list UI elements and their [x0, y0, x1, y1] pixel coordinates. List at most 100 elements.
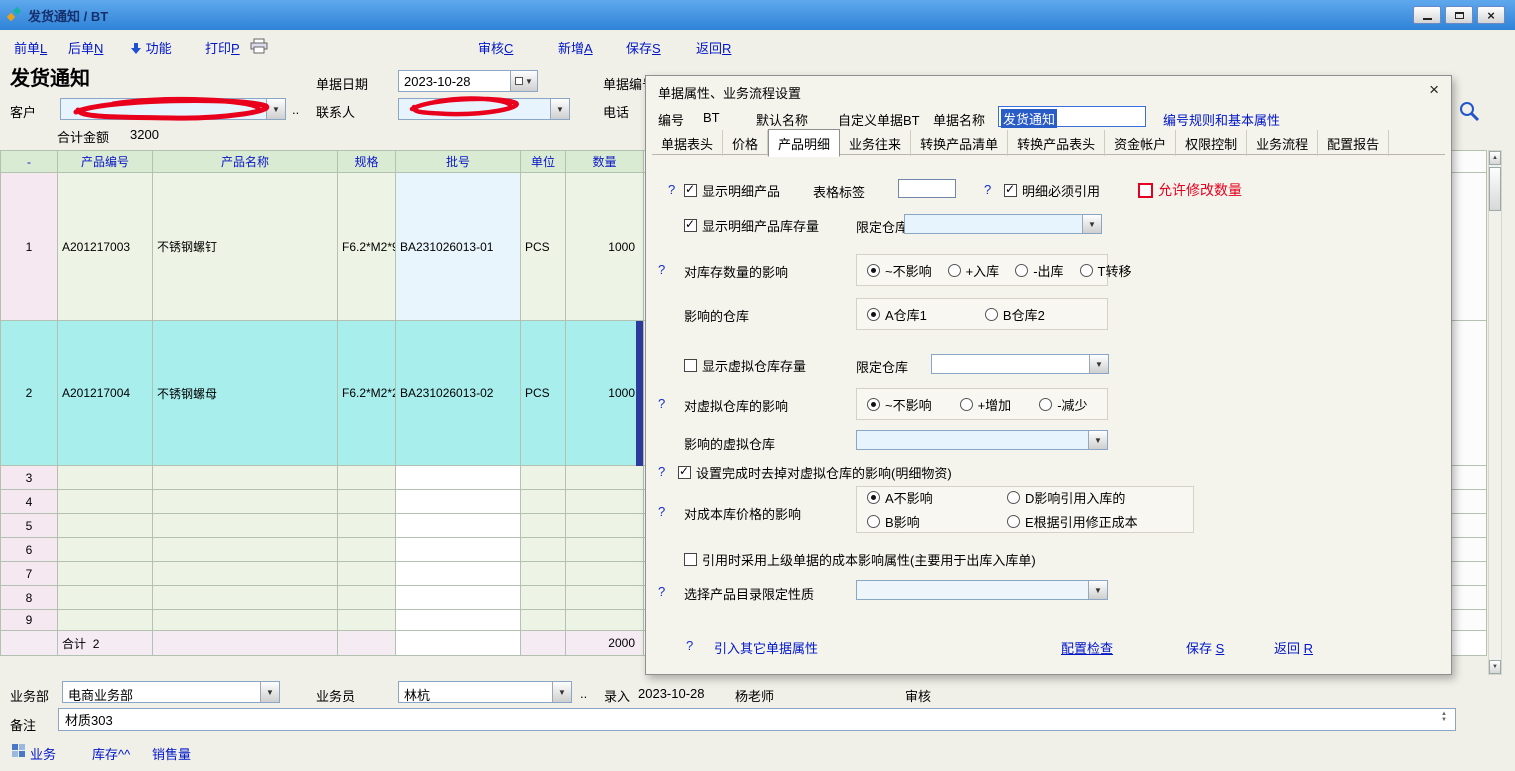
- dept-combo[interactable]: 电商业务部 ▼: [62, 681, 280, 703]
- dtab-doc-header[interactable]: 单据表头: [652, 130, 723, 156]
- close-button[interactable]: ×: [1477, 6, 1505, 24]
- chevron-down-icon[interactable]: ▼: [1082, 215, 1101, 233]
- search-icon[interactable]: [1458, 100, 1480, 125]
- tab-sales-volume[interactable]: 销售量: [152, 744, 191, 763]
- audit-button[interactable]: 审核C: [478, 38, 513, 57]
- function-button[interactable]: 功能: [130, 38, 172, 57]
- help-icon[interactable]: ?: [658, 464, 665, 479]
- radio-cost-correct[interactable]: E根据引用修正成本: [1007, 512, 1138, 531]
- limit-warehouse2-combo[interactable]: ▼: [931, 354, 1109, 374]
- radio-virtual-decrease[interactable]: -减少: [1039, 395, 1087, 414]
- dtab-convert-list[interactable]: 转换产品清单: [911, 130, 1008, 156]
- show-stock-checkbox[interactable]: 显示明细产品库存量: [684, 216, 819, 235]
- radio-selected-icon: [867, 308, 880, 321]
- dtab-fund-account[interactable]: 资金帐户: [1105, 130, 1176, 156]
- default-name-label: 默认名称: [756, 110, 808, 129]
- help-icon[interactable]: ?: [658, 584, 665, 599]
- catalog-limit-combo[interactable]: ▼: [856, 580, 1108, 600]
- printer-icon[interactable]: [250, 38, 268, 57]
- col-header-spec[interactable]: 规格: [338, 151, 396, 173]
- show-virtual-stock-checkbox[interactable]: 显示虚拟仓库存量: [684, 356, 806, 375]
- dtab-product-detail[interactable]: 产品明细: [768, 129, 840, 157]
- table-tag-input[interactable]: [898, 179, 956, 198]
- dtab-permission[interactable]: 权限控制: [1176, 130, 1247, 156]
- help-icon[interactable]: ?: [668, 182, 675, 197]
- chevron-down-icon[interactable]: ▼: [550, 99, 569, 119]
- radio-virtual-no-effect[interactable]: ~不影响: [867, 395, 932, 414]
- salesman-more-button[interactable]: ..: [580, 686, 587, 701]
- dialog-back-link[interactable]: 返回 R: [1274, 638, 1313, 657]
- col-header-name[interactable]: 产品名称: [153, 151, 338, 173]
- date-picker[interactable]: 2023-10-28 ▼: [398, 70, 538, 92]
- remark-input[interactable]: [58, 708, 1456, 731]
- dtab-workflow[interactable]: 业务流程: [1247, 130, 1318, 156]
- back-button[interactable]: 返回R: [696, 38, 731, 57]
- print-button[interactable]: 打印P: [205, 38, 240, 57]
- help-icon[interactable]: ?: [658, 262, 665, 277]
- col-header-index[interactable]: -: [1, 151, 58, 173]
- virtual-warehouse-combo[interactable]: ▼: [856, 430, 1108, 450]
- dialog-save-link[interactable]: 保存 S: [1186, 638, 1224, 657]
- col-header-qty[interactable]: 数量: [566, 151, 644, 173]
- tab-inventory[interactable]: 库存^^: [92, 744, 130, 763]
- next-doc-button[interactable]: 后单N: [68, 38, 103, 57]
- chevron-down-icon[interactable]: ▼: [1088, 431, 1107, 449]
- col-header-unit[interactable]: 单位: [521, 151, 566, 173]
- doc-name-input[interactable]: 发货通知: [998, 106, 1146, 127]
- radio-cost-ref-in[interactable]: D影响引用入库的: [1007, 488, 1138, 507]
- help-icon[interactable]: ?: [984, 182, 991, 197]
- add-button[interactable]: 新增A: [558, 38, 593, 57]
- chevron-down-icon: ▼: [525, 77, 533, 86]
- col-header-code[interactable]: 产品编号: [58, 151, 153, 173]
- remove-virtual-effect-checkbox[interactable]: 设置完成时去掉对虚拟仓库的影响(明细物资): [678, 463, 952, 482]
- close-icon: ×: [1487, 9, 1495, 22]
- dialog-close-icon[interactable]: ×: [1429, 80, 1439, 100]
- maximize-button[interactable]: [1445, 6, 1473, 24]
- radio-transfer[interactable]: T转移: [1080, 261, 1132, 280]
- scroll-down-button[interactable]: ▼: [1489, 660, 1501, 674]
- help-icon[interactable]: ?: [686, 638, 693, 653]
- chevron-down-icon[interactable]: ▼: [260, 682, 279, 702]
- dialog-tabstrip: 单据表头价格产品明细业务往来转换产品清单转换产品表头资金帐户权限控制业务流程配置…: [652, 129, 1445, 155]
- tab-business[interactable]: 业务: [30, 744, 56, 763]
- scrollbar-thumb[interactable]: [1489, 167, 1501, 211]
- prev-doc-button[interactable]: 前单L: [14, 38, 47, 57]
- scroll-up-button[interactable]: ▲: [1489, 151, 1501, 165]
- import-props-link[interactable]: 引入其它单据属性: [714, 638, 818, 657]
- radio-cost-effect-b[interactable]: B影响: [867, 512, 1007, 531]
- radio-cost-no-effect[interactable]: A不影响: [867, 488, 1007, 507]
- must-ref-checkbox[interactable]: 明细必须引用: [1004, 181, 1100, 200]
- chevron-down-icon[interactable]: ▼: [552, 682, 571, 702]
- customer-more-button[interactable]: ..: [292, 102, 299, 117]
- help-icon[interactable]: ?: [658, 396, 665, 411]
- salesman-combo[interactable]: 林杭 ▼: [398, 681, 572, 703]
- numbering-rules-link[interactable]: 编号规则和基本属性: [1163, 110, 1280, 129]
- radio-virtual-increase[interactable]: +增加: [960, 395, 1012, 414]
- save-button[interactable]: 保存S: [626, 38, 661, 57]
- radio-warehouse-b[interactable]: B仓库2: [985, 305, 1045, 324]
- dtab-business-contacts[interactable]: 业务往来: [840, 130, 911, 156]
- minimize-button[interactable]: [1413, 6, 1441, 24]
- chevron-down-icon[interactable]: ▼: [1089, 355, 1108, 373]
- dtab-price[interactable]: 价格: [723, 130, 768, 156]
- cost-effect-group: A不影响 D影响引用入库的 B影响 E根据引用修正成本: [856, 486, 1194, 533]
- radio-no-effect[interactable]: ~不影响: [867, 261, 932, 280]
- radio-warehouse-a[interactable]: A仓库1: [867, 305, 927, 324]
- maximize-icon: [1455, 12, 1464, 19]
- chevron-down-icon[interactable]: ▼: [1088, 581, 1107, 599]
- table-scrollbar[interactable]: ▲ ▼: [1488, 150, 1502, 675]
- remark-spinner[interactable]: ▲▼: [1441, 711, 1447, 723]
- config-check-link[interactable]: 配置检查: [1061, 638, 1113, 657]
- limit-warehouse-combo[interactable]: ▼: [904, 214, 1102, 234]
- calendar-dropdown-button[interactable]: ▼: [510, 71, 537, 91]
- allow-modify-qty-checkbox[interactable]: 允许修改数量: [1138, 180, 1242, 200]
- dtab-report-config[interactable]: 配置报告: [1318, 130, 1389, 156]
- help-icon[interactable]: ?: [658, 504, 665, 519]
- radio-selected-icon: [867, 264, 880, 277]
- col-header-batch[interactable]: 批号: [396, 151, 521, 173]
- inherit-cost-checkbox[interactable]: 引用时采用上级单据的成本影响属性(主要用于出库入库单): [684, 550, 1036, 569]
- show-detail-checkbox[interactable]: 显示明细产品: [684, 181, 780, 200]
- dtab-convert-header[interactable]: 转换产品表头: [1008, 130, 1105, 156]
- radio-stock-in[interactable]: +入库: [948, 261, 1000, 280]
- radio-stock-out[interactable]: -出库: [1015, 261, 1063, 280]
